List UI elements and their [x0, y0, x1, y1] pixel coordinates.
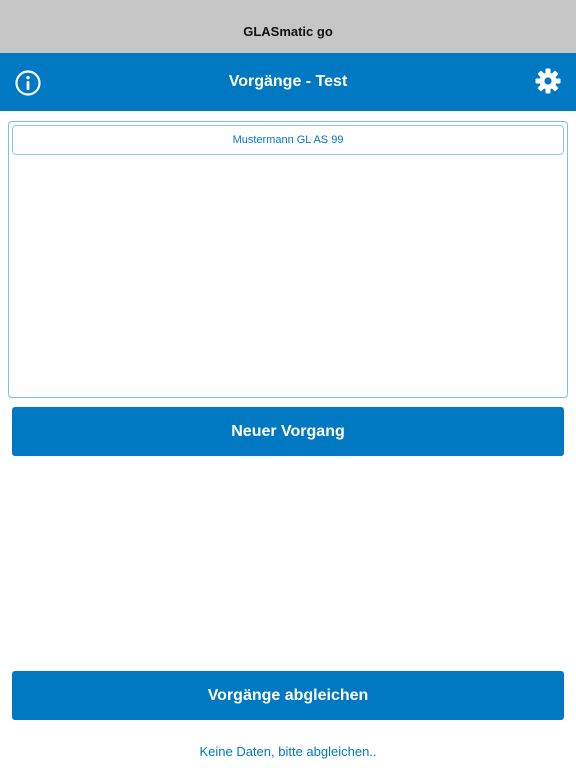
sync-status-text: Keine Daten, bitte abgleichen..: [199, 744, 377, 759]
list-item-label: Mustermann GL AS 99: [232, 134, 344, 146]
page-title: Vorgänge - Test: [228, 73, 348, 90]
info-circle-icon: [15, 70, 41, 96]
info-button[interactable]: [14, 69, 42, 97]
list-item[interactable]: Mustermann GL AS 99: [12, 125, 564, 155]
new-case-button[interactable]: Neuer Vorgang: [12, 407, 564, 456]
case-list[interactable]: Mustermann GL AS 99: [8, 121, 568, 398]
navigation-bar: Vorgänge - Test: [0, 53, 576, 111]
gear-icon: [535, 68, 561, 94]
app-title: GLASmatic go: [243, 24, 333, 39]
status-bar: GLASmatic go: [0, 0, 576, 53]
app-screen: GLASmatic go Vorgänge - Test Mustermann …: [0, 0, 576, 768]
sync-cases-button[interactable]: Vorgänge abgleichen: [12, 671, 564, 720]
settings-button[interactable]: [534, 67, 562, 95]
